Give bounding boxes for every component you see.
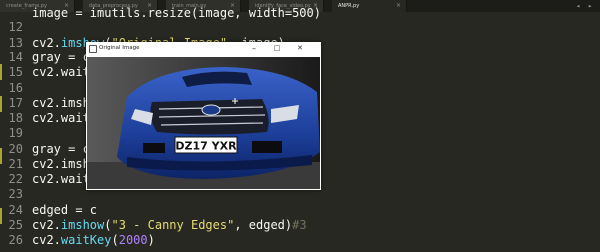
line-number: 19 [8, 126, 23, 140]
line-number: 17 [8, 96, 23, 110]
modified-line-marker [0, 96, 2, 112]
tab-anpr[interactable]: ANPR.py × [332, 0, 407, 12]
window-title: Original Image [99, 45, 140, 51]
line-number: 14 [8, 50, 23, 64]
maximize-button[interactable]: □ [266, 42, 288, 55]
code-token: #3 [292, 218, 307, 232]
code-token: waitKey [60, 233, 112, 247]
code-line[interactable]: cv2.wait [32, 111, 90, 125]
window-title-bar[interactable]: Original Image – □ ✕ [86, 42, 321, 55]
tab-scroll-right-icon[interactable]: ▸ [588, 0, 592, 12]
line-number: 26 [8, 233, 23, 247]
car-photo: DZ17 YXR [87, 57, 320, 189]
code-line[interactable]: image = imutils.resize(image, width=500) [32, 6, 321, 20]
code-token: cv2. [32, 218, 61, 232]
window-app-icon [89, 45, 97, 53]
close-tab-icon[interactable]: × [396, 0, 401, 12]
car-image: DZ17 YXR [87, 57, 320, 189]
line-number: 16 [8, 81, 23, 95]
line-number: 18 [8, 111, 23, 125]
line-number: 13 [8, 36, 23, 50]
line-number: 12 [8, 20, 23, 34]
modified-line-marker [0, 208, 2, 224]
license-plate-text: DZ17 YXR [175, 140, 237, 153]
line-number: 20 [8, 142, 23, 156]
code-token: cv2. [32, 36, 61, 50]
line-number: 23 [8, 187, 23, 201]
code-line[interactable]: edged = c [32, 203, 97, 217]
minimize-button[interactable]: – [243, 42, 265, 55]
line-number: 24 [8, 203, 23, 217]
line-number: 25 [8, 218, 23, 232]
line-number: 15 [8, 65, 23, 79]
code-token: "3 - Canny Edges" [111, 218, 235, 232]
line-number: 21 [8, 157, 23, 171]
code-token: cv2. [32, 233, 61, 247]
code-token: 2000 [118, 233, 148, 247]
tab-label: ANPR.py [338, 3, 360, 9]
line-number: 22 [8, 172, 23, 186]
code-line[interactable]: cv2.wait [32, 65, 90, 79]
modified-line-marker [0, 148, 2, 164]
code-token: , edged) [234, 218, 293, 232]
modified-line-marker [0, 64, 2, 80]
code-line[interactable]: cv2.imshow("3 - Canny Edges", edged)#3 [32, 218, 307, 232]
tab-scroll-left-icon[interactable]: ◂ [576, 0, 580, 12]
line-number-gutter: 12 13 14 15 16 17 18 19 20 21 22 23 24 2… [0, 12, 27, 252]
original-image-window[interactable]: Original Image – □ ✕ DZ17 YXR [86, 42, 321, 190]
code-line[interactable]: cv2.wait [32, 172, 90, 186]
code-token: imshow [60, 218, 105, 232]
close-button[interactable]: ✕ [289, 42, 311, 55]
code-line[interactable]: cv2.waitKey(2000) [32, 233, 155, 247]
